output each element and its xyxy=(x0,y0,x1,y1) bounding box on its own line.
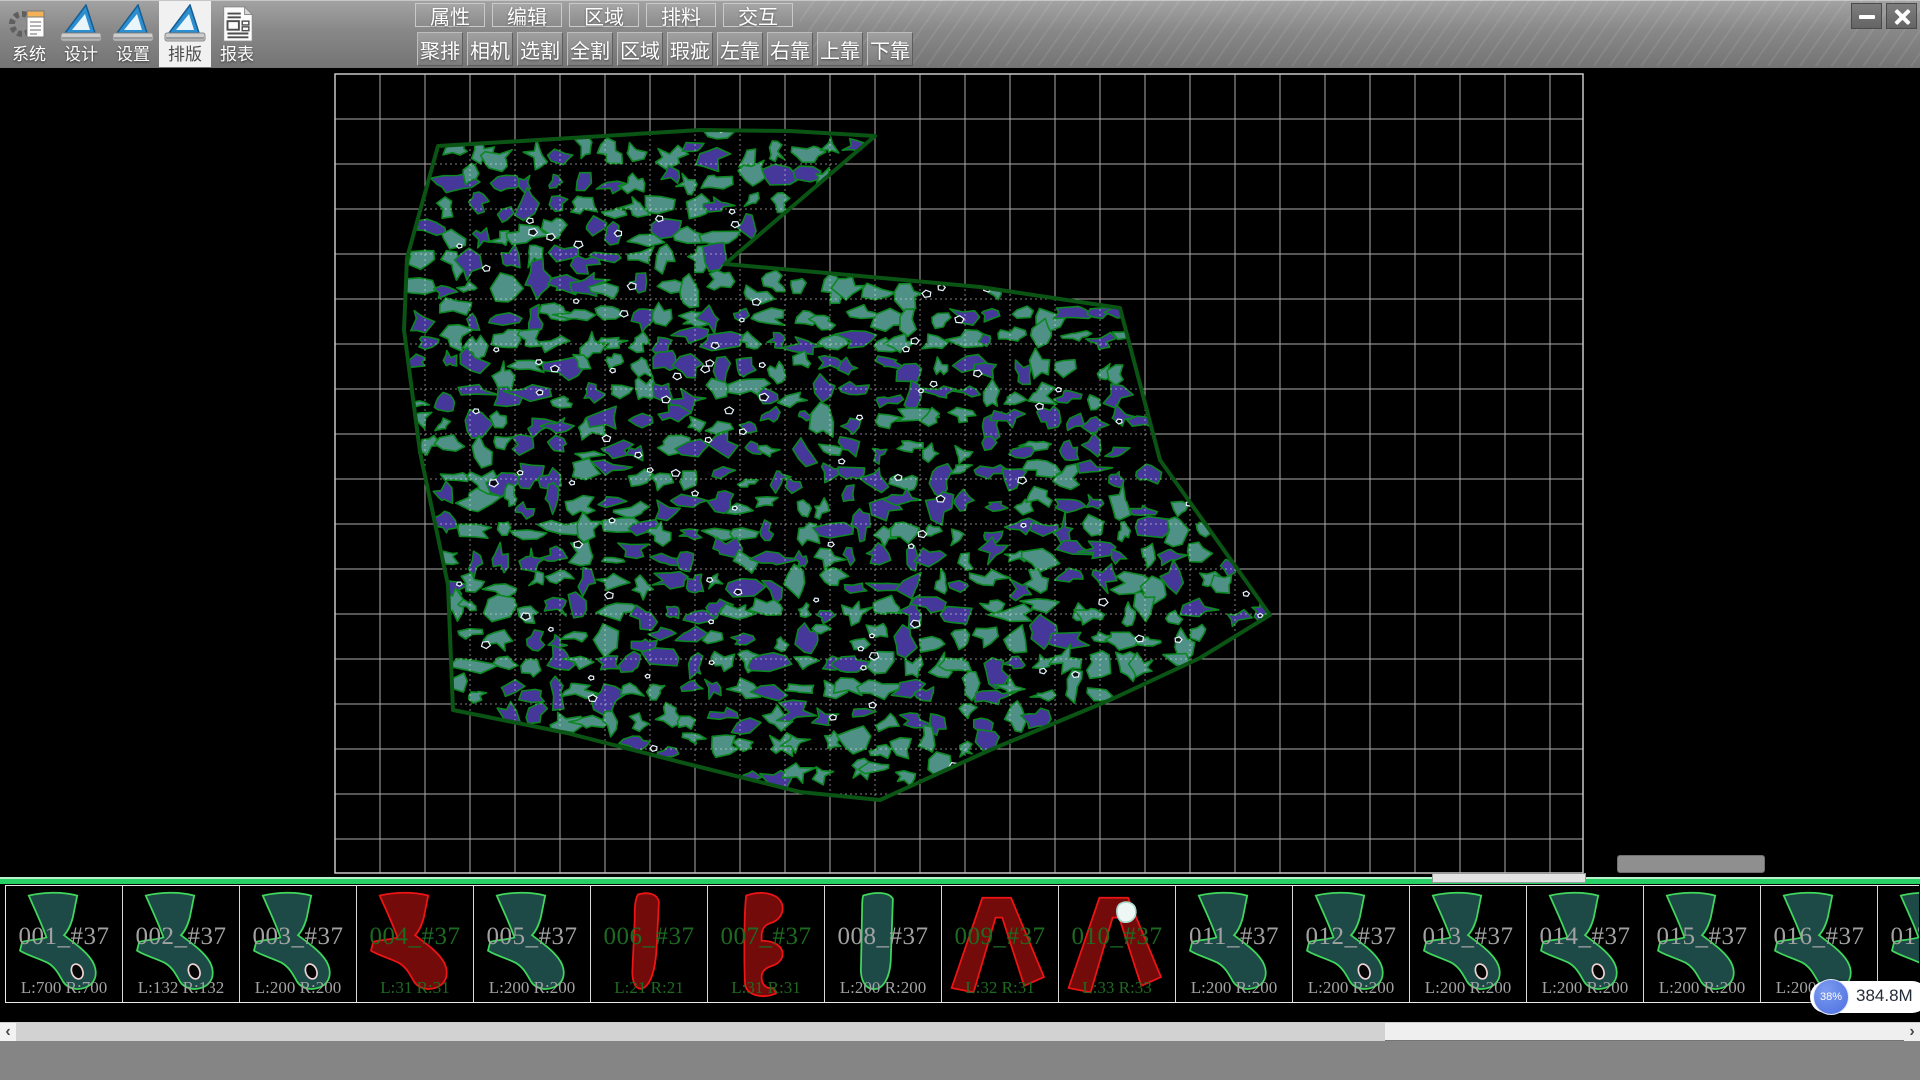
menu-item-5[interactable]: 交互 xyxy=(723,3,793,27)
piece-id: 012_#37 xyxy=(1293,923,1409,951)
thumbnail-cell-7[interactable]: 007_#37 L:31 R:31 xyxy=(708,886,825,1002)
strip-scrollbar-thumb[interactable] xyxy=(1432,873,1586,883)
piece-lr-count: L:200 R:200 xyxy=(1410,978,1526,998)
separator-line xyxy=(0,877,1920,884)
nav-report-button[interactable]: 报表 xyxy=(211,1,263,67)
window-controls xyxy=(1851,3,1917,29)
piece-id: 011_#37 xyxy=(1176,923,1292,951)
system-icon xyxy=(6,3,52,45)
main-nav: 系统 设计 设置 排版 报表 xyxy=(3,1,263,67)
thumbnail-cell-13[interactable]: 013_#37 L:200 R:200 xyxy=(1410,886,1527,1002)
thumbnail-cell-8[interactable]: 008_#37 L:200 R:200 xyxy=(825,886,942,1002)
piece-id: 003_#37 xyxy=(240,923,356,951)
piece-lr-count: L:200 R:200 xyxy=(474,978,590,998)
piece-id: 009_#37 xyxy=(942,923,1058,951)
close-button[interactable] xyxy=(1886,3,1917,29)
nav-system-button[interactable]: 系统 xyxy=(3,1,55,67)
thumbnail-cell-5[interactable]: 005_#37 L:200 R:200 xyxy=(474,886,591,1002)
piece-id: 004_#37 xyxy=(357,923,473,951)
memory-badge: 38% 384.8M xyxy=(1810,981,1920,1013)
piece-id: 010_#37 xyxy=(1059,923,1175,951)
menu-bar: 属性编辑区域排料交互 xyxy=(415,3,800,29)
horizontal-scrollbar: ‹ › xyxy=(0,1022,1920,1040)
menu-item-2[interactable]: 编辑 xyxy=(492,3,562,27)
nesting-canvas[interactable] xyxy=(0,68,1920,884)
piece-lr-count: L:21 R:21 xyxy=(591,978,707,998)
thumbnail-strip: 001_#37 L:700 R:700 002_#37 L:132 R:132 … xyxy=(5,885,1919,1003)
piece-id: 015_#37 xyxy=(1644,923,1760,951)
nav-settings-button[interactable]: 设置 xyxy=(107,1,159,67)
canvas-scrollbar-thumb[interactable] xyxy=(1617,855,1765,873)
piece-lr-count: L:200 R:200 xyxy=(1293,978,1409,998)
piece-lr-count: L:31 R:31 xyxy=(708,978,824,998)
piece-lr-count: L:33 R:33 xyxy=(1059,978,1175,998)
thumbnail-cell-10[interactable]: 010_#37 L:33 R:33 xyxy=(1059,886,1176,1002)
toolbar: 系统 设计 设置 排版 报表 属性编辑区域排料交互 聚排相机选割全割区域 xyxy=(0,0,1920,70)
piece-lr-count: L:32 R:31 xyxy=(942,978,1058,998)
piece-lr-count: L:200 R:200 xyxy=(1176,978,1292,998)
piece-lr-count: L:200 R:200 xyxy=(1527,978,1643,998)
piece-lr-count: L:31 R:31 xyxy=(357,978,473,998)
scroll-left-button[interactable]: ‹ xyxy=(0,1023,16,1041)
design-icon xyxy=(59,3,103,45)
piece-id: 017_#37 xyxy=(1878,923,1919,951)
tool-button-6[interactable]: 瑕疵 xyxy=(667,32,713,66)
piece-lr-count: L:132 R:132 xyxy=(123,978,239,998)
scrollbar-thumb[interactable] xyxy=(16,1023,1385,1041)
settings-icon xyxy=(111,3,155,45)
tool-button-2[interactable]: 相机 xyxy=(467,32,513,66)
nesting-icon xyxy=(163,3,207,45)
thumbnail-cell-2[interactable]: 002_#37 L:132 R:132 xyxy=(123,886,240,1002)
piece-lr-count: L:200 R:200 xyxy=(825,978,941,998)
thumbnail-cell-15[interactable]: 015_#37 L:200 R:200 xyxy=(1644,886,1761,1002)
thumbnail-cell-14[interactable]: 014_#37 L:200 R:200 xyxy=(1527,886,1644,1002)
memory-usage: 384.8M xyxy=(1856,986,1913,1006)
progress-percent: 38% xyxy=(1820,991,1842,1003)
piece-id: 014_#37 xyxy=(1527,923,1643,951)
thumbnail-cell-1[interactable]: 001_#37 L:700 R:700 xyxy=(6,886,123,1002)
piece-id: 006_#37 xyxy=(591,923,707,951)
minimize-icon xyxy=(1859,15,1875,19)
tool-button-7[interactable]: 左靠 xyxy=(717,32,763,66)
piece-id: 016_#37 xyxy=(1761,923,1877,951)
piece-lr-count: L:700 R:700 xyxy=(6,978,122,998)
bottom-bar xyxy=(0,1040,1920,1080)
tool-button-5[interactable]: 区域 xyxy=(617,32,663,66)
scroll-right-button[interactable]: › xyxy=(1904,1023,1920,1041)
tool-button-10[interactable]: 下靠 xyxy=(867,32,913,66)
menu-item-3[interactable]: 区域 xyxy=(569,3,639,27)
piece-lr-count: L:200 R:200 xyxy=(240,978,356,998)
nesting-drawing xyxy=(0,68,1920,884)
menu-item-1[interactable]: 属性 xyxy=(415,3,485,27)
tool-button-1[interactable]: 聚排 xyxy=(417,32,463,66)
piece-id: 008_#37 xyxy=(825,923,941,951)
tool-button-9[interactable]: 上靠 xyxy=(817,32,863,66)
app-window: 系统 设计 设置 排版 报表 属性编辑区域排料交互 聚排相机选割全割区域 xyxy=(0,0,1920,1080)
thumbnail-cell-4[interactable]: 004_#37 L:31 R:31 xyxy=(357,886,474,1002)
piece-id: 001_#37 xyxy=(6,923,122,951)
piece-id: 007_#37 xyxy=(708,923,824,951)
toolbar-hatch-texture xyxy=(800,0,1920,66)
piece-id: 013_#37 xyxy=(1410,923,1526,951)
report-icon xyxy=(218,3,256,45)
nav-design-button[interactable]: 设计 xyxy=(55,1,107,67)
thumbnail-cell-9[interactable]: 009_#37 L:32 R:31 xyxy=(942,886,1059,1002)
menu-item-4[interactable]: 排料 xyxy=(646,3,716,27)
piece-id: 005_#37 xyxy=(474,923,590,951)
minimize-button[interactable] xyxy=(1851,3,1882,29)
chevron-left-icon: ‹ xyxy=(5,1023,10,1041)
thumbnail-cell-11[interactable]: 011_#37 L:200 R:200 xyxy=(1176,886,1293,1002)
tool-bar: 聚排相机选割全割区域瑕疵左靠右靠上靠下靠 xyxy=(417,32,917,66)
piece-id: 002_#37 xyxy=(123,923,239,951)
thumbnail-cell-3[interactable]: 003_#37 L:200 R:200 xyxy=(240,886,357,1002)
chevron-right-icon: › xyxy=(1909,1023,1914,1041)
piece-lr-count: L:200 R:200 xyxy=(1644,978,1760,998)
thumbnail-cell-12[interactable]: 012_#37 L:200 R:200 xyxy=(1293,886,1410,1002)
tool-button-8[interactable]: 右靠 xyxy=(767,32,813,66)
nav-nesting-button[interactable]: 排版 xyxy=(159,1,211,67)
thumbnail-cell-6[interactable]: 006_#37 L:21 R:21 xyxy=(591,886,708,1002)
progress-circle: 38% xyxy=(1813,979,1849,1015)
tool-button-4[interactable]: 全割 xyxy=(567,32,613,66)
tool-button-3[interactable]: 选割 xyxy=(517,32,563,66)
